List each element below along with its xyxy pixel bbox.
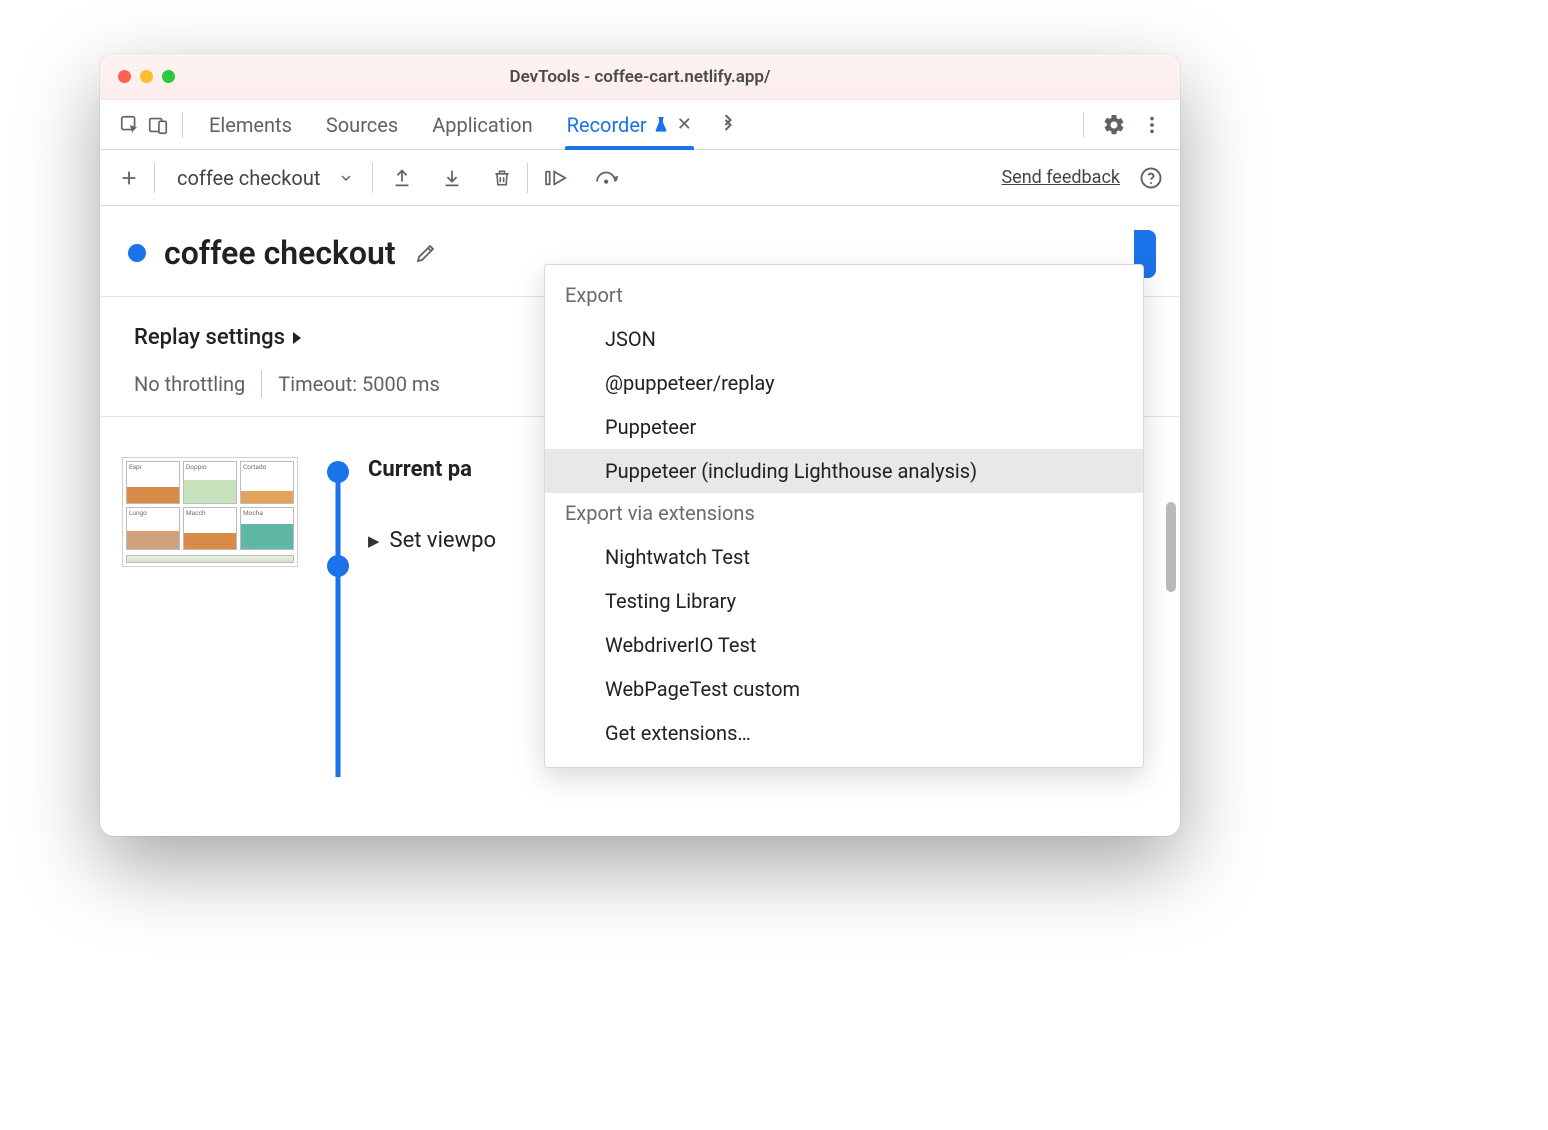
step-label: Current pa bbox=[368, 457, 472, 482]
tab-sources[interactable]: Sources bbox=[326, 100, 398, 149]
flask-icon bbox=[653, 117, 669, 133]
replay-settings-label: Replay settings bbox=[134, 325, 285, 350]
inspect-element-icon[interactable] bbox=[116, 111, 144, 139]
export-puppeteer-lighthouse[interactable]: Puppeteer (including Lighthouse analysis… bbox=[545, 449, 1143, 493]
step-over-icon[interactable] bbox=[542, 163, 572, 193]
devtools-window: DevTools - coffee-cart.netlify.app/ Elem… bbox=[100, 54, 1180, 836]
separator bbox=[182, 112, 183, 138]
tabs: Elements Sources Application Recorder ✕ bbox=[209, 100, 692, 149]
recording-indicator-icon bbox=[128, 244, 146, 262]
close-tab-icon[interactable]: ✕ bbox=[677, 114, 692, 135]
chevron-down-icon bbox=[338, 170, 354, 186]
close-window-button[interactable] bbox=[118, 70, 131, 83]
export-webdriverio[interactable]: WebdriverIO Test bbox=[545, 623, 1143, 667]
export-json[interactable]: JSON bbox=[545, 317, 1143, 361]
page-thumbnail: Espr Doppio Cortado Lungo Macch Mocha bbox=[122, 457, 298, 567]
send-feedback-link[interactable]: Send feedback bbox=[1001, 167, 1120, 188]
export-menu-header: Export bbox=[545, 275, 1143, 317]
window-title: DevTools - coffee-cart.netlify.app/ bbox=[100, 67, 1180, 87]
recording-select-value: coffee checkout bbox=[177, 166, 320, 190]
export-get-extensions[interactable]: Get extensions… bbox=[545, 711, 1143, 755]
chevron-right-icon bbox=[291, 331, 303, 345]
slow-replay-icon[interactable] bbox=[592, 163, 622, 193]
separator bbox=[372, 163, 373, 193]
scrollbar-thumb[interactable] bbox=[1166, 502, 1176, 592]
tab-recorder[interactable]: Recorder ✕ bbox=[567, 100, 692, 149]
traffic-lights bbox=[118, 70, 175, 83]
step-label: Set viewpo bbox=[390, 528, 497, 553]
tab-label: Recorder bbox=[567, 113, 647, 137]
new-recording-icon[interactable] bbox=[114, 163, 144, 193]
separator bbox=[527, 163, 528, 193]
tab-label: Sources bbox=[326, 113, 398, 137]
kebab-menu-icon[interactable] bbox=[1138, 111, 1166, 139]
step-rail bbox=[326, 457, 350, 577]
tab-application[interactable]: Application bbox=[432, 100, 532, 149]
device-toolbar-icon[interactable] bbox=[144, 111, 172, 139]
settings-gear-icon[interactable] bbox=[1100, 111, 1128, 139]
export-puppeteer[interactable]: Puppeteer bbox=[545, 405, 1143, 449]
export-puppeteer-replay[interactable]: @puppeteer/replay bbox=[545, 361, 1143, 405]
export-nightwatch[interactable]: Nightwatch Test bbox=[545, 535, 1143, 579]
recording-title: coffee checkout bbox=[164, 234, 396, 272]
devtools-tabbar: Elements Sources Application Recorder ✕ bbox=[100, 100, 1180, 150]
separator bbox=[154, 163, 155, 193]
throttling-value: No throttling bbox=[134, 372, 245, 396]
export-menu: Export JSON @puppeteer/replay Puppeteer … bbox=[544, 264, 1144, 768]
tab-label: Application bbox=[432, 113, 532, 137]
separator bbox=[261, 370, 262, 398]
tab-elements[interactable]: Elements bbox=[209, 100, 292, 149]
chevron-right-icon: ▶ bbox=[368, 532, 380, 550]
recording-select[interactable]: coffee checkout bbox=[177, 166, 354, 190]
timeout-value: Timeout: 5000 ms bbox=[278, 372, 440, 396]
fullscreen-window-button[interactable] bbox=[162, 70, 175, 83]
export-icon[interactable] bbox=[387, 163, 417, 193]
import-icon[interactable] bbox=[437, 163, 467, 193]
more-tabs-icon[interactable] bbox=[714, 111, 742, 139]
minimize-window-button[interactable] bbox=[140, 70, 153, 83]
tab-label: Elements bbox=[209, 113, 292, 137]
separator bbox=[1083, 112, 1084, 138]
edit-title-icon[interactable] bbox=[414, 241, 438, 265]
export-webpagetest[interactable]: WebPageTest custom bbox=[545, 667, 1143, 711]
export-testing-library[interactable]: Testing Library bbox=[545, 579, 1143, 623]
help-icon[interactable] bbox=[1136, 163, 1166, 193]
export-extensions-header: Export via extensions bbox=[545, 493, 1143, 535]
window-titlebar: DevTools - coffee-cart.netlify.app/ bbox=[100, 54, 1180, 100]
recorder-toolbar: coffee checkout bbox=[100, 150, 1180, 206]
delete-icon[interactable] bbox=[487, 163, 517, 193]
